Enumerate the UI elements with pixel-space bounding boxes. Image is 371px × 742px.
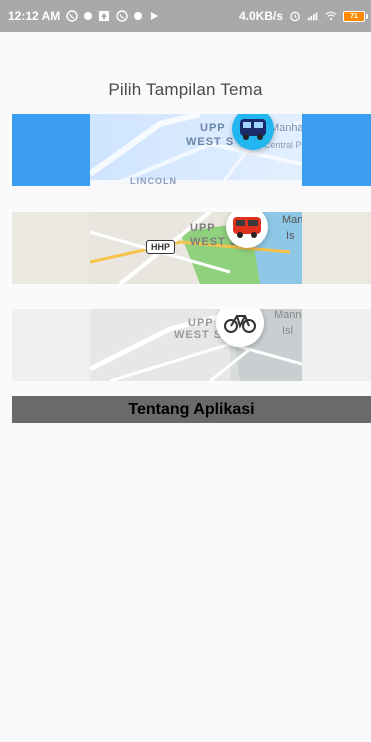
- theme-map-thumbnail: UPP WEST S Mann Isl: [90, 309, 302, 381]
- notification-dot-icon: [134, 12, 143, 20]
- theme-option-color[interactable]: UPP WEST S Man Is HHP: [12, 212, 371, 284]
- upload-icon: [98, 10, 110, 22]
- map-label: Mann: [274, 309, 302, 321]
- battery-icon: 71: [343, 10, 368, 22]
- alarm-icon: [289, 10, 301, 22]
- status-bar: 12:12 AM 4.0KB/s 71: [0, 0, 371, 32]
- whatsapp-icon: [116, 10, 128, 22]
- theme-option-gray[interactable]: UPP WEST S Mann Isl: [12, 309, 371, 381]
- play-icon: [148, 10, 160, 22]
- map-label: WEST S: [174, 329, 223, 341]
- map-label: UPP: [200, 122, 226, 134]
- wifi-icon: [325, 10, 337, 22]
- map-label: Is: [286, 230, 295, 242]
- signal-icon: [307, 10, 319, 22]
- map-label: Manha: [270, 122, 302, 134]
- status-right: 4.0KB/s 71: [238, 9, 368, 23]
- theme-map-thumbnail: UPP WEST S Manha Central P LINCOLN: [90, 114, 302, 186]
- about-app-button[interactable]: Tentang Aplikasi: [12, 396, 371, 423]
- battery-level: 71: [350, 12, 358, 20]
- map-label: WEST S: [186, 136, 235, 148]
- map-label: Isl: [282, 325, 293, 337]
- theme-option-blue[interactable]: UPP WEST S Manha Central P LINCOLN: [12, 114, 371, 186]
- highway-badge: HHP: [146, 240, 176, 254]
- map-label: LINCOLN: [130, 176, 177, 186]
- map-label: UPP: [188, 317, 214, 329]
- map-label: Man: [282, 214, 302, 226]
- theme-map-thumbnail: UPP WEST S Man Is HHP: [90, 212, 302, 284]
- notification-dot-icon: [84, 12, 93, 20]
- whatsapp-icon: [66, 10, 78, 22]
- status-left: 12:12 AM: [8, 9, 160, 23]
- map-label: UPP: [190, 222, 216, 234]
- network-speed: 4.0KB/s: [238, 9, 283, 23]
- page-title: Pilih Tampilan Tema: [108, 80, 263, 99]
- status-time: 12:12 AM: [8, 9, 61, 23]
